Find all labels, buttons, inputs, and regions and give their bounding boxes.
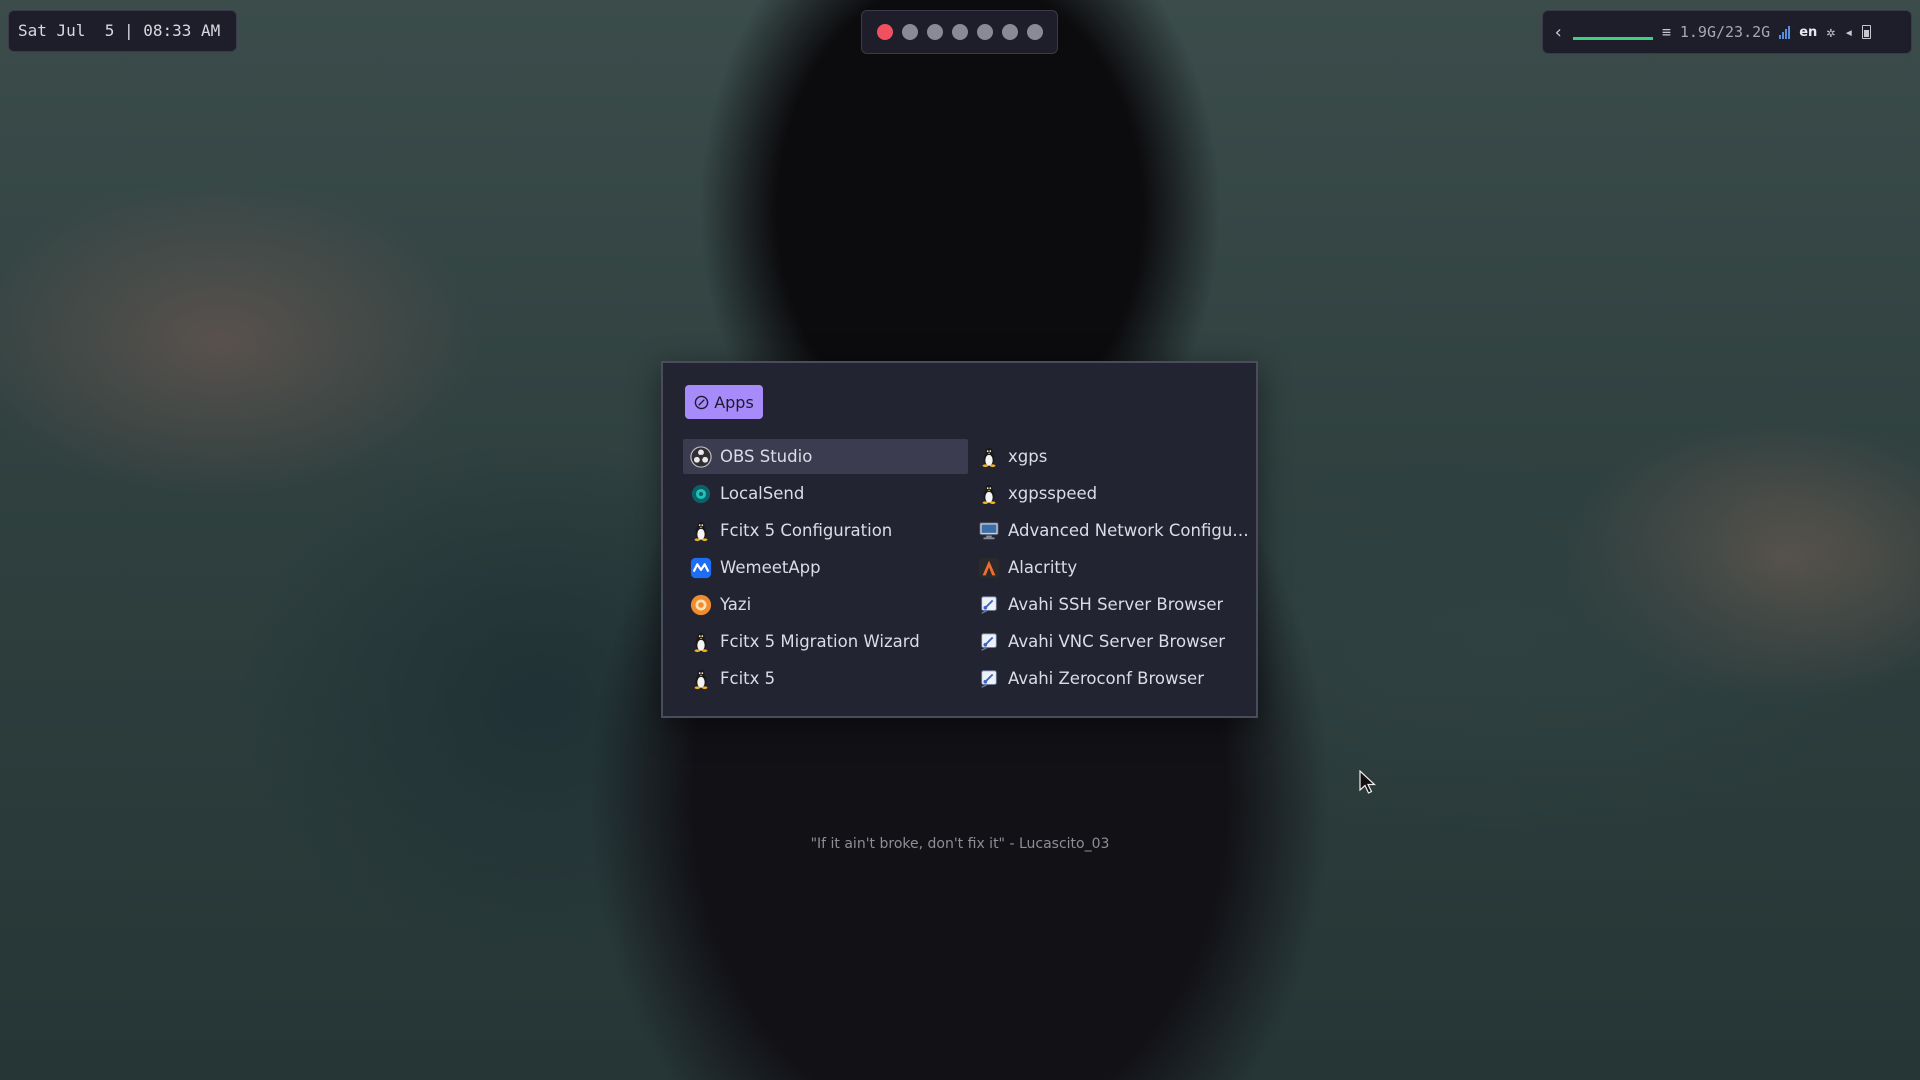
keyboard-layout[interactable]: en — [1799, 25, 1817, 40]
battery-icon[interactable] — [1862, 25, 1872, 39]
memory-usage: 1.9G/23.2G — [1679, 23, 1771, 41]
app-item-label: Avahi VNC Server Browser — [1008, 632, 1226, 651]
network-config-icon — [977, 519, 1001, 543]
app-item[interactable]: Advanced Network Configurati... — [971, 513, 1251, 548]
avahi-icon — [977, 593, 1001, 617]
clock-widget[interactable]: Sat Jul 5 | 08:33 AM — [8, 10, 237, 52]
app-item[interactable]: Fcitx 5 Configuration — [683, 513, 968, 548]
app-item-label: Fcitx 5 Configuration — [720, 521, 893, 540]
app-item-label: Fcitx 5 — [720, 669, 776, 688]
wemeet-icon — [689, 556, 713, 580]
localsend-icon — [689, 482, 713, 506]
app-item[interactable]: Fcitx 5 Migration Wizard — [683, 624, 968, 659]
workspace-7[interactable] — [1026, 24, 1043, 40]
wallpaper-quote: "If it ain't broke, don't fix it" - Luca… — [810, 836, 1110, 852]
tux-icon — [977, 482, 1001, 506]
app-item-label: Fcitx 5 Migration Wizard — [720, 632, 920, 651]
workspace-2[interactable] — [901, 24, 918, 40]
app-item-label: Avahi SSH Server Browser — [1008, 595, 1224, 614]
app-item-label: xgps — [1008, 447, 1048, 466]
app-list-left: OBS Studio LocalSend Fcitx 5 Configuration… — [683, 439, 968, 698]
avahi-icon — [977, 667, 1001, 691]
app-item[interactable]: Yazi — [683, 587, 968, 622]
app-item-label: xgpsspeed — [1008, 484, 1098, 503]
app-item[interactable]: OBS Studio — [683, 439, 968, 474]
mouse-cursor-icon — [1359, 770, 1377, 794]
volume-icon[interactable]: ◂ — [1844, 23, 1853, 41]
compass-icon — [694, 395, 709, 409]
app-item-label: Yazi — [720, 595, 752, 614]
mode-chip-apps[interactable]: Apps — [685, 385, 763, 419]
app-item[interactable]: LocalSend — [683, 476, 968, 511]
app-item[interactable]: xgpsspeed — [971, 476, 1251, 511]
app-item-label: OBS Studio — [720, 447, 813, 466]
app-item-label: Advanced Network Configurati... — [1008, 521, 1251, 540]
brightness-icon[interactable]: ✲ — [1826, 23, 1835, 41]
tux-icon — [689, 519, 713, 543]
network-signal-icon[interactable] — [1779, 25, 1791, 39]
app-list-right: xgps xgpsspeed Advanced Network Configurat… — [971, 439, 1251, 698]
workspace-5[interactable] — [976, 24, 993, 40]
yazi-icon — [689, 593, 713, 617]
app-item[interactable]: WemeetApp — [683, 550, 968, 585]
app-item[interactable]: Fcitx 5 — [683, 661, 968, 696]
cpu-graph — [1572, 22, 1653, 42]
tux-icon — [977, 445, 1001, 469]
workspace-switcher — [861, 10, 1058, 54]
alacritty-icon — [977, 556, 1001, 580]
memory-icon: ≡ — [1661, 23, 1671, 41]
app-item[interactable]: Avahi SSH Server Browser — [971, 587, 1251, 622]
mode-chip-label: Apps — [714, 392, 754, 412]
app-item-label: Avahi Zeroconf Browser — [1008, 669, 1204, 688]
app-item-label: LocalSend — [720, 484, 805, 503]
workspace-6[interactable] — [1001, 24, 1018, 40]
chevron-left-icon[interactable]: ‹ — [1553, 22, 1564, 43]
app-launcher: Apps OBS Studio LocalSend Fcitx 5 Configur… — [661, 361, 1258, 718]
app-item[interactable]: Avahi Zeroconf Browser — [971, 661, 1251, 696]
app-item[interactable]: Alacritty — [971, 550, 1251, 585]
obs-icon — [689, 445, 713, 469]
app-item[interactable]: xgps — [971, 439, 1251, 474]
system-tray: ‹ ≡ 1.9G/23.2G en ✲ ◂ — [1542, 10, 1912, 54]
workspace-4[interactable] — [951, 24, 968, 40]
tux-icon — [689, 667, 713, 691]
app-item-label: Alacritty — [1008, 558, 1078, 577]
app-item[interactable]: Avahi VNC Server Browser — [971, 624, 1251, 659]
avahi-icon — [977, 630, 1001, 654]
workspace-3[interactable] — [926, 24, 943, 40]
tux-icon — [689, 630, 713, 654]
app-item-label: WemeetApp — [720, 558, 821, 577]
workspace-1-active[interactable] — [876, 24, 893, 40]
